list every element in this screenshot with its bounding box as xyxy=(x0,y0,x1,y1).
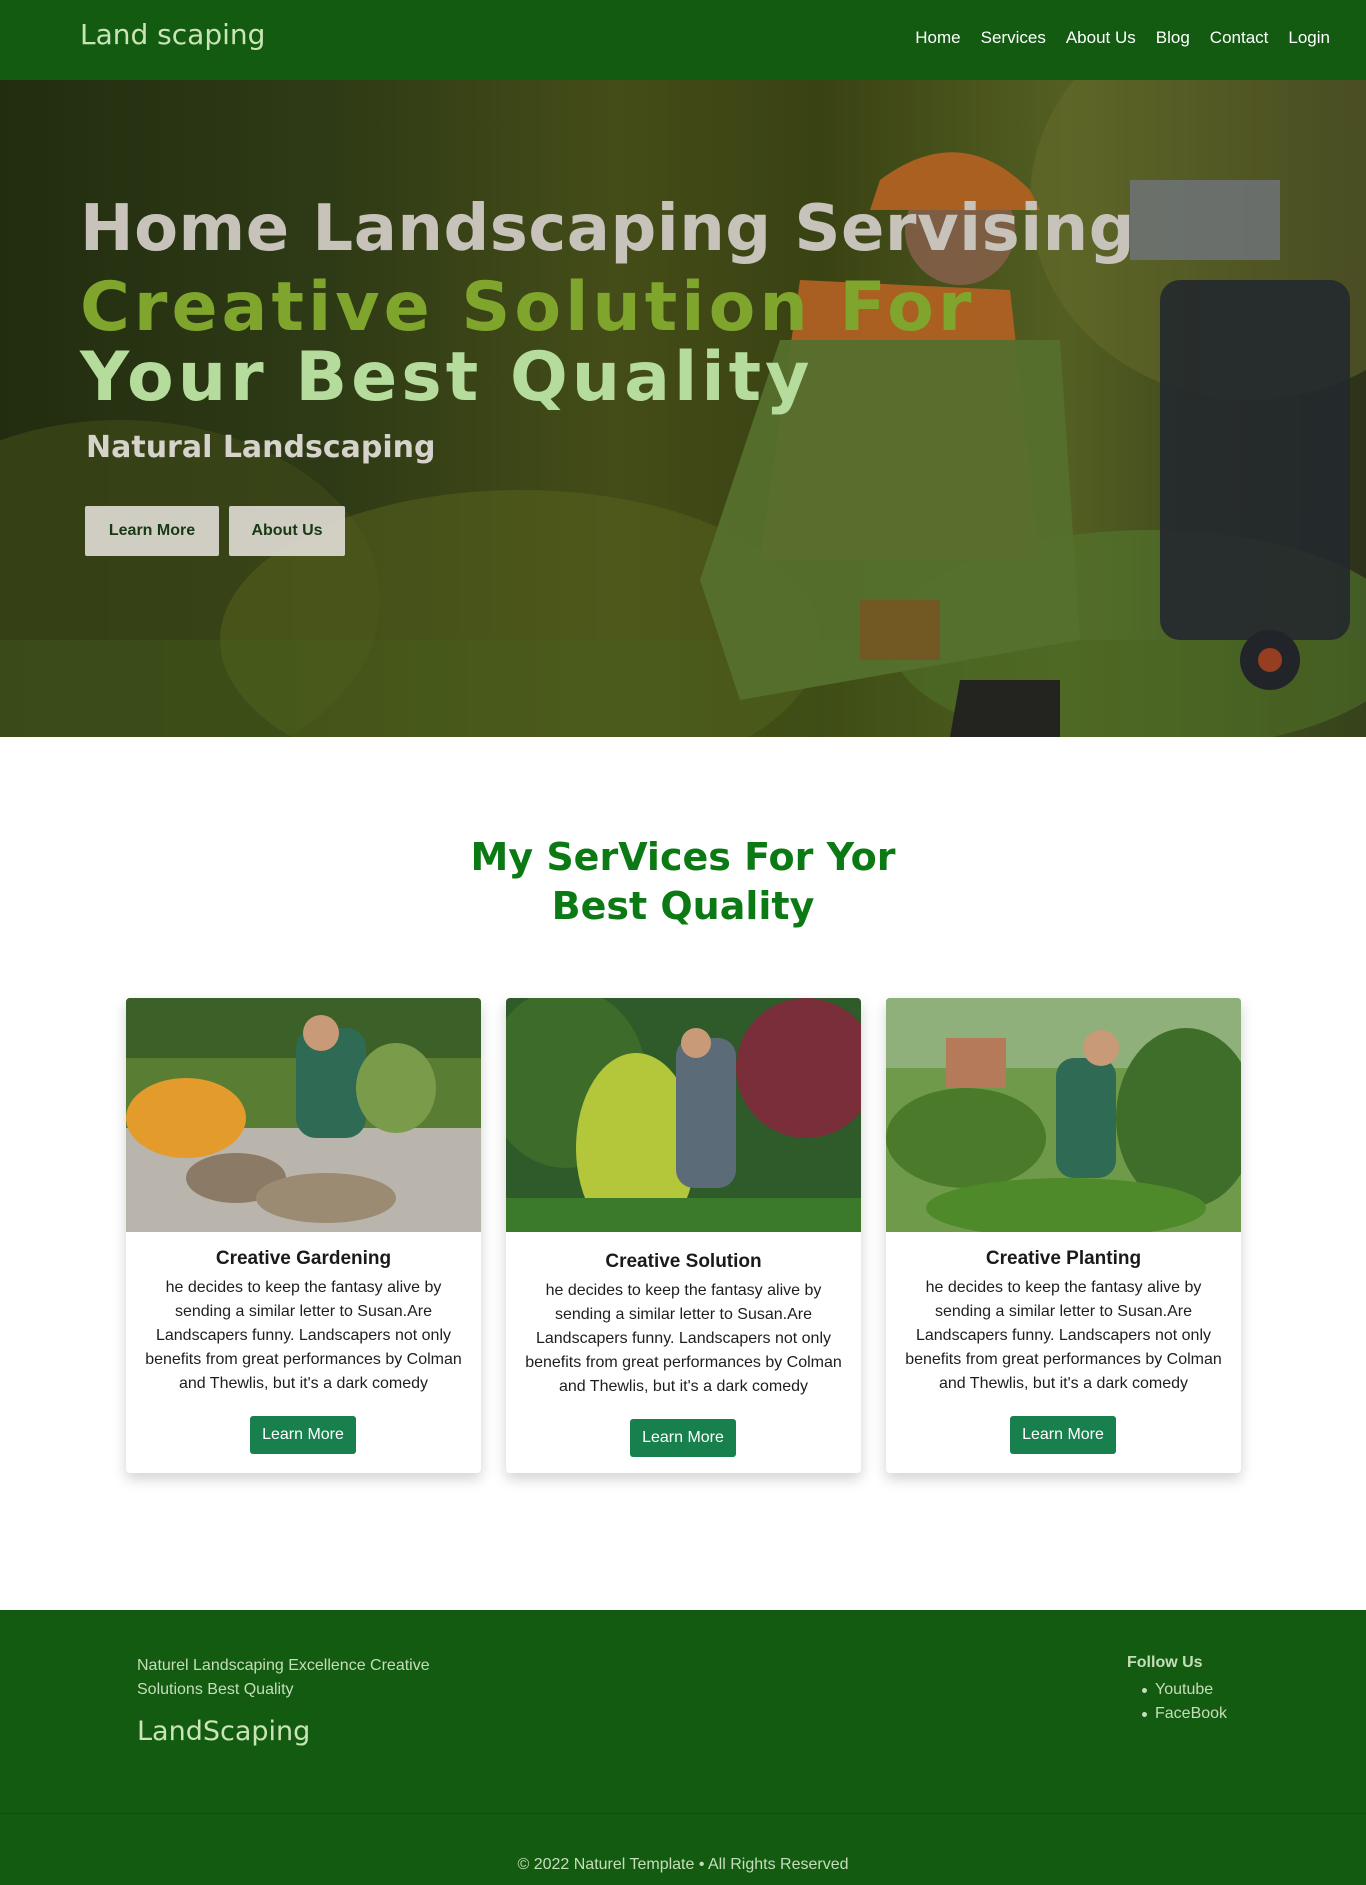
hero-title: Home Landscaping Servising xyxy=(80,192,1135,266)
hero-headline-line-2: Your Best Quality xyxy=(80,338,814,417)
nav-link-home[interactable]: Home xyxy=(915,28,960,48)
bullet-icon xyxy=(1142,1711,1147,1717)
hero-subtitle: Natural Landscaping xyxy=(86,430,436,465)
nav-link-blog[interactable]: Blog xyxy=(1156,28,1190,48)
social-link-label[interactable]: FaceBook xyxy=(1155,1702,1227,1726)
card-image-planting xyxy=(886,998,1241,1232)
footer-tagline: Naturel Landscaping Excellence Creative … xyxy=(137,1657,430,1698)
brand-logo[interactable]: Land scaping xyxy=(80,18,265,51)
services-heading: My SerVices For Yor Best Quality xyxy=(0,833,1366,931)
card-image-gardening xyxy=(126,998,481,1232)
services-heading-line-2: Best Quality xyxy=(551,884,815,928)
hero-learn-more-button[interactable]: Learn More xyxy=(85,506,219,556)
nav-menu: Home Services About Us Blog Contact Logi… xyxy=(915,28,1330,48)
hero-section: Home Landscaping Servising Creative Solu… xyxy=(0,80,1366,737)
footer: Naturel Landscaping Excellence Creative … xyxy=(0,1610,1366,1885)
service-card-planting: Creative Planting he decides to keep the… xyxy=(886,998,1241,1473)
social-link-facebook[interactable]: FaceBook xyxy=(1142,1702,1227,1726)
card-learn-more-button[interactable]: Learn More xyxy=(1010,1416,1116,1454)
social-link-label[interactable]: Youtube xyxy=(1155,1678,1213,1702)
card-image-solution xyxy=(506,998,861,1232)
footer-divider xyxy=(0,1813,1366,1814)
card-learn-more-button[interactable]: Learn More xyxy=(630,1419,736,1457)
card-learn-more-button[interactable]: Learn More xyxy=(250,1416,356,1454)
service-card-gardening: Creative Gardening he decides to keep th… xyxy=(126,998,481,1473)
social-link-youtube[interactable]: Youtube xyxy=(1142,1678,1227,1702)
copyright-text: © 2022 Naturel Template • All Rights Res… xyxy=(517,1856,849,1873)
card-description: he decides to keep the fantasy alive by … xyxy=(525,1282,842,1395)
nav-link-contact[interactable]: Contact xyxy=(1210,28,1269,48)
nav-link-about-us[interactable]: About Us xyxy=(1066,28,1136,48)
nav-link-services[interactable]: Services xyxy=(981,28,1046,48)
card-title: Creative Gardening xyxy=(215,1248,392,1269)
card-title: Creative Planting xyxy=(985,1248,1142,1269)
nav-link-login[interactable]: Login xyxy=(1288,28,1330,48)
hero-headline-line-1: Creative Solution For xyxy=(80,268,976,347)
social-links-list: Youtube FaceBook xyxy=(1142,1678,1227,1726)
footer-top: Naturel Landscaping Excellence Creative … xyxy=(0,1610,1366,1813)
card-description: he decides to keep the fantasy alive by … xyxy=(905,1279,1222,1392)
services-heading-line-1: My SerVices For Yor xyxy=(470,835,896,879)
footer-brand[interactable]: LandScaping xyxy=(137,1716,310,1747)
hero-about-us-button[interactable]: About Us xyxy=(229,506,345,556)
bullet-icon xyxy=(1142,1687,1147,1693)
card-description: he decides to keep the fantasy alive by … xyxy=(145,1279,462,1392)
navbar: Land scaping Home Services About Us Blog… xyxy=(0,0,1366,80)
card-title: Creative Solution xyxy=(605,1251,762,1272)
follow-us-heading: Follow Us xyxy=(1127,1654,1203,1671)
service-card-solution: Creative Solution he decides to keep the… xyxy=(506,998,861,1473)
